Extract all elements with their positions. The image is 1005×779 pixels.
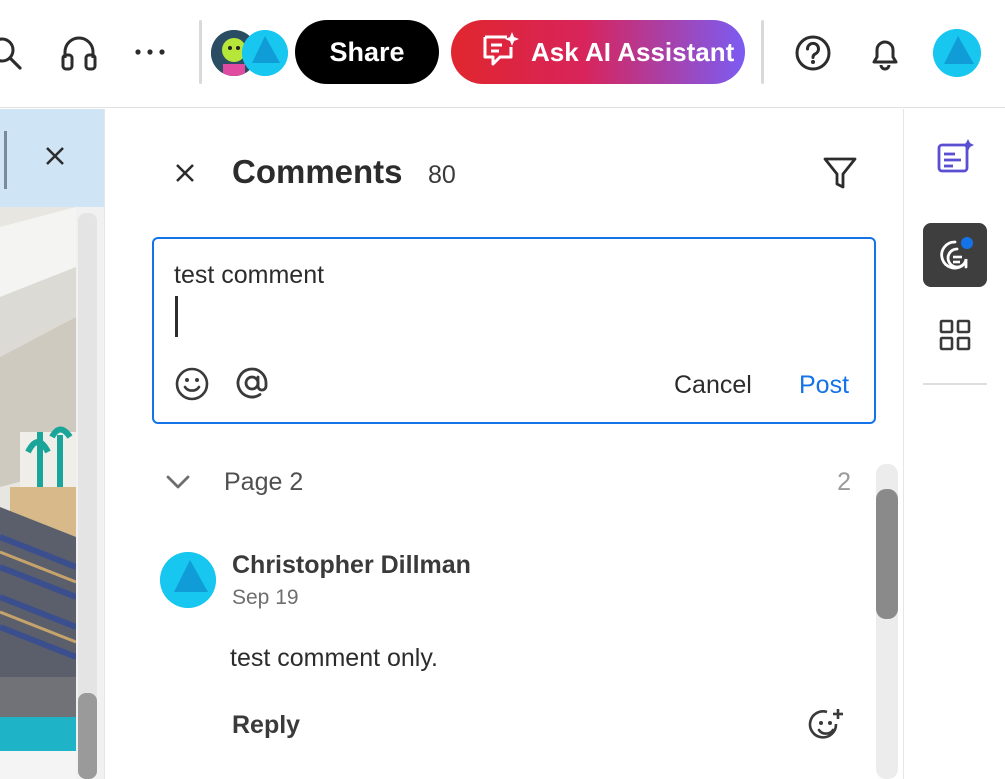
toolbar-divider xyxy=(199,20,202,84)
comment-draft-text[interactable]: test comment xyxy=(174,261,324,290)
more-icon[interactable] xyxy=(131,40,169,64)
comments-title: Comments xyxy=(232,153,403,190)
add-reaction-icon[interactable] xyxy=(808,707,846,745)
close-comments-icon[interactable] xyxy=(169,157,201,189)
post-button[interactable]: Post xyxy=(799,371,849,400)
apps-grid-icon[interactable] xyxy=(923,303,987,367)
document-preview xyxy=(0,109,104,779)
close-icon[interactable] xyxy=(40,141,70,171)
page-group-count: 2 xyxy=(837,468,851,496)
text-caret xyxy=(175,296,178,337)
comments-scrollbar-thumb[interactable] xyxy=(876,489,898,619)
top-toolbar: Share Ask AI Assistant xyxy=(0,0,1005,108)
tab-divider xyxy=(4,131,7,189)
profile-avatar[interactable] xyxy=(933,29,981,77)
comment-author-avatar[interactable] xyxy=(160,552,216,608)
ai-sparkle-icon xyxy=(481,31,519,74)
toolbar-divider xyxy=(761,20,764,84)
search-icon[interactable] xyxy=(0,34,26,72)
mention-icon[interactable] xyxy=(234,365,270,401)
page-group-label: Page 2 xyxy=(224,468,304,496)
comments-count: 80 xyxy=(428,161,456,189)
rail-divider xyxy=(923,383,987,385)
chevron-down-icon[interactable] xyxy=(165,469,191,495)
reply-button[interactable]: Reply xyxy=(232,711,300,740)
bell-icon[interactable] xyxy=(866,34,904,72)
comments-icon[interactable] xyxy=(923,223,987,287)
comment-body: test comment only. xyxy=(230,644,438,672)
ai-label: Ask AI Assistant xyxy=(531,36,735,67)
share-label: Share xyxy=(329,36,405,67)
right-rail xyxy=(905,109,1005,779)
emoji-icon[interactable] xyxy=(174,366,210,402)
share-button[interactable]: Share xyxy=(295,20,439,84)
page-group-header[interactable]: Page 2 2 xyxy=(161,464,851,506)
document-scrollbar-thumb[interactable] xyxy=(78,693,97,779)
filter-icon[interactable] xyxy=(820,153,860,193)
comment-author-name: Christopher Dillman xyxy=(232,551,471,579)
cancel-button[interactable]: Cancel xyxy=(674,371,752,400)
ask-ai-assistant-button[interactable]: Ask AI Assistant xyxy=(451,20,745,84)
document-page-image xyxy=(0,207,76,779)
help-icon[interactable] xyxy=(794,34,832,72)
comment-date: Sep 19 xyxy=(232,586,299,609)
comment-input[interactable]: test comment Cancel Post xyxy=(152,237,876,424)
comments-panel: Comments 80 test comment Cancel Post Pag… xyxy=(104,109,904,779)
document-tab xyxy=(0,109,104,207)
owner-avatar[interactable] xyxy=(242,30,288,76)
ai-summary-icon[interactable] xyxy=(923,125,987,189)
headphones-icon[interactable] xyxy=(60,34,98,72)
